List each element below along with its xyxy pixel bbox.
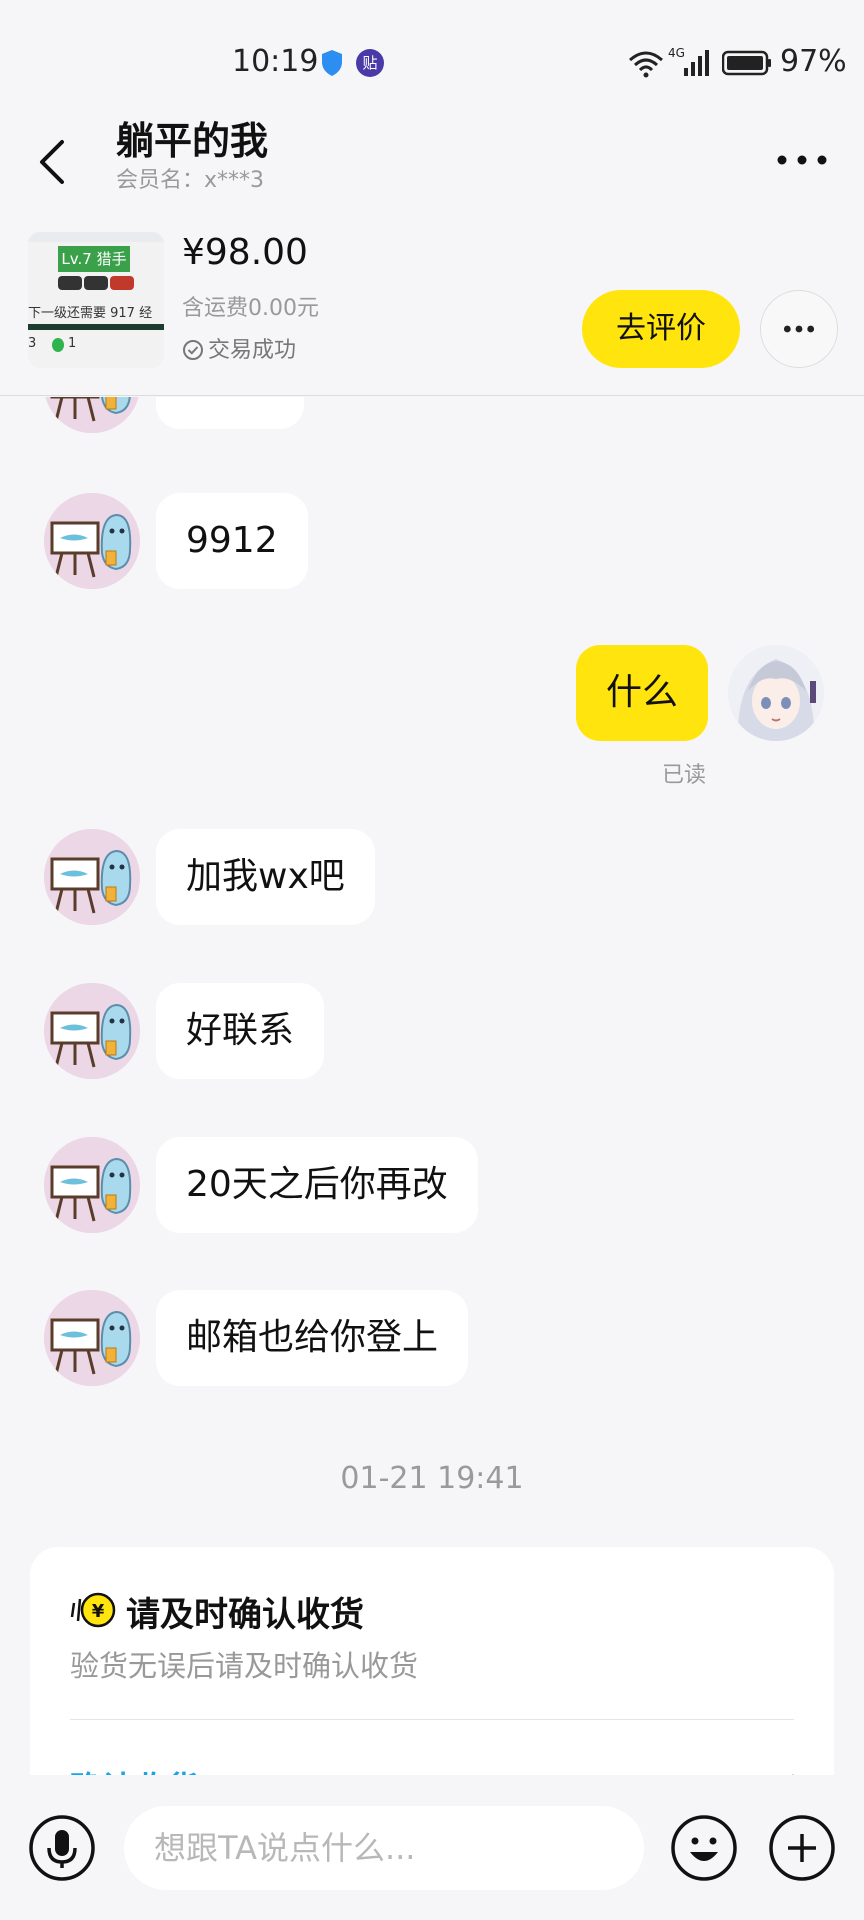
review-button[interactable]: 去评价 bbox=[582, 290, 740, 368]
thumbnail-header bbox=[28, 232, 164, 242]
battery-percent: 97% bbox=[780, 44, 847, 79]
confirm-receipt-card: ¥ 请及时确认收货 验货无误后请及时确认收货 确认收货 bbox=[30, 1547, 834, 1775]
message-bubble[interactable]: 邮箱也给你登上 bbox=[156, 1290, 469, 1386]
gem-icon bbox=[52, 338, 64, 352]
check-circle-icon bbox=[183, 340, 203, 360]
seller-avatar[interactable] bbox=[44, 1290, 140, 1386]
emoji-icon[interactable] bbox=[670, 1814, 738, 1882]
confirm-receipt-link[interactable]: 确认收货 bbox=[70, 1763, 198, 1775]
seller-avatar[interactable] bbox=[44, 397, 140, 433]
plus-icon[interactable] bbox=[768, 1814, 836, 1882]
wifi-icon bbox=[629, 51, 663, 78]
car-icon bbox=[84, 276, 108, 290]
stat-count: 3 bbox=[28, 336, 37, 351]
read-status: 已读 bbox=[662, 763, 707, 788]
status-bar: 10:19 贴 4G 97% bbox=[0, 0, 864, 110]
message-bubble[interactable] bbox=[156, 397, 304, 429]
car-icon bbox=[110, 276, 134, 290]
seller-avatar[interactable] bbox=[44, 493, 140, 589]
svg-text:¥: ¥ bbox=[92, 1601, 105, 1622]
product-price: ¥98.00 bbox=[182, 232, 308, 273]
page-title: 躺平的我 bbox=[116, 119, 269, 163]
card-title: 请及时确认收货 bbox=[126, 1595, 364, 1635]
seller-avatar[interactable] bbox=[44, 983, 140, 1079]
message-bubble[interactable]: 加我wx吧 bbox=[156, 829, 375, 925]
my-avatar[interactable] bbox=[728, 645, 824, 741]
microphone-icon[interactable] bbox=[28, 1814, 96, 1882]
card-description: 验货无误后请及时确认收货 bbox=[70, 1649, 419, 1683]
member-name: 会员名：x***3 bbox=[116, 168, 265, 193]
product-thumbnail[interactable]: Lv.7 猎手 下一级还需要 917 经 3 1 bbox=[28, 232, 164, 368]
chat-area[interactable]: 9912 什么 已读 加我wx吧 好联系 20天之后你再改 邮箱也给你登上 01… bbox=[0, 397, 864, 1775]
chat-header: 躺平的我 会员名：x***3 bbox=[0, 110, 864, 220]
status-time: 10:19 bbox=[232, 44, 319, 79]
chevron-right-icon[interactable] bbox=[788, 1771, 808, 1775]
back-arrow-icon[interactable] bbox=[30, 130, 74, 194]
car-icon bbox=[58, 276, 82, 290]
shipping-fee: 含运费0.00元 bbox=[182, 296, 319, 321]
deal-status-text: 交易成功 bbox=[208, 338, 297, 363]
progress-bar bbox=[28, 324, 164, 330]
battery-icon bbox=[722, 50, 771, 76]
card-more-icon[interactable] bbox=[760, 290, 838, 368]
product-card[interactable]: Lv.7 猎手 下一级还需要 917 经 3 1 ¥98.00 含运费0.00元… bbox=[0, 220, 864, 396]
tie-badge-icon: 贴 bbox=[356, 49, 384, 77]
input-bar bbox=[0, 1776, 864, 1920]
message-timestamp: 01-21 19:41 bbox=[340, 1461, 524, 1496]
more-icon[interactable] bbox=[770, 140, 834, 180]
shield-icon bbox=[322, 50, 342, 76]
message-bubble[interactable]: 20天之后你再改 bbox=[156, 1137, 478, 1233]
gem-count: 1 bbox=[68, 336, 77, 351]
message-bubble[interactable]: 好联系 bbox=[156, 983, 325, 1079]
level-badge: Lv.7 猎手 bbox=[58, 246, 130, 272]
message-bubble[interactable]: 9912 bbox=[156, 493, 308, 589]
message-input[interactable] bbox=[124, 1806, 644, 1890]
seller-avatar[interactable] bbox=[44, 1137, 140, 1233]
my-message-bubble[interactable]: 什么 bbox=[575, 645, 708, 741]
divider bbox=[70, 1719, 794, 1720]
level-progress-text: 下一级还需要 917 经 bbox=[28, 306, 153, 321]
seller-avatar[interactable] bbox=[44, 829, 140, 925]
yuan-coin-icon: ¥ bbox=[70, 1592, 116, 1628]
deal-status: 交易成功 bbox=[182, 332, 296, 364]
signal-icon bbox=[684, 50, 709, 76]
